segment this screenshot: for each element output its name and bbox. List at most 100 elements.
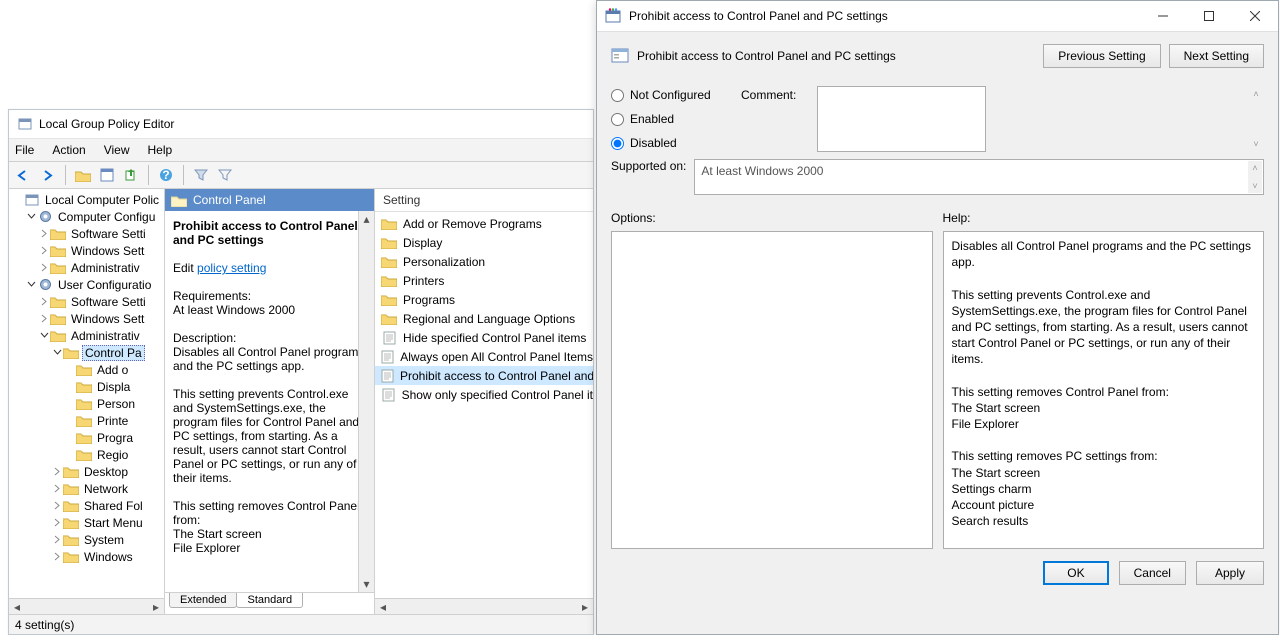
tree-caret-icon[interactable]: [39, 314, 50, 323]
list-horizontal-scrollbar[interactable]: ◂ ▸: [375, 598, 593, 614]
tree-item[interactable]: Network: [13, 480, 164, 497]
properties-icon[interactable]: [96, 164, 118, 186]
list-item[interactable]: Personalization: [375, 252, 593, 271]
tree-item[interactable]: Person: [13, 395, 164, 412]
list-item[interactable]: Show only specified Control Panel it: [375, 385, 593, 404]
tree-item[interactable]: Windows Sett: [13, 242, 164, 259]
tree-item[interactable]: System: [13, 531, 164, 548]
gpe-tree[interactable]: Local Computer PolicComputer ConfiguSoft…: [9, 189, 165, 614]
scroll-up-icon[interactable]: ▴: [359, 211, 374, 227]
description-content: Prohibit access to Control Panel and PC …: [165, 211, 374, 592]
list-item-label: Regional and Language Options: [403, 312, 575, 326]
tree-caret-icon[interactable]: [52, 348, 63, 357]
tree-caret-icon[interactable]: [52, 518, 63, 527]
tree-caret-icon[interactable]: [52, 467, 63, 476]
dialog-titlebar[interactable]: Prohibit access to Control Panel and PC …: [597, 1, 1278, 32]
tree-item-label: Software Setti: [69, 295, 148, 309]
tree-item[interactable]: Software Setti: [13, 225, 164, 242]
filter-off-icon[interactable]: [190, 164, 212, 186]
scroll-down-icon[interactable]: ˅: [1248, 179, 1262, 193]
tree-caret-icon[interactable]: [52, 501, 63, 510]
folder-icon: [76, 363, 92, 377]
arrow-right-icon[interactable]: [37, 164, 59, 186]
maximize-button[interactable]: [1186, 1, 1232, 32]
list-column-header[interactable]: Setting: [375, 189, 593, 212]
comment-textarea[interactable]: [817, 86, 986, 152]
dialog-title: Prohibit access to Control Panel and PC …: [629, 9, 1140, 23]
scroll-up-icon[interactable]: ˄: [1249, 87, 1263, 101]
tree-item[interactable]: Administrativ: [13, 259, 164, 276]
tree-caret-icon[interactable]: [39, 263, 50, 272]
list-item[interactable]: Always open All Control Panel Items: [375, 347, 593, 366]
menu-help[interactable]: Help: [148, 143, 173, 157]
gpe-title: Local Group Policy Editor: [39, 117, 174, 131]
scroll-left-icon[interactable]: ◂: [9, 600, 25, 614]
scroll-down-icon[interactable]: ˅: [1249, 137, 1263, 151]
menu-view[interactable]: View: [104, 143, 130, 157]
tree-item[interactable]: Software Setti: [13, 293, 164, 310]
next-setting-button[interactable]: Next Setting: [1169, 44, 1264, 68]
tree-caret-icon[interactable]: [39, 246, 50, 255]
list-item[interactable]: Prohibit access to Control Panel and: [375, 366, 593, 385]
tree-caret-icon[interactable]: [39, 229, 50, 238]
folder-up-icon[interactable]: [72, 164, 94, 186]
tree-caret-icon[interactable]: [26, 212, 37, 221]
tree-caret-icon[interactable]: [52, 535, 63, 544]
arrow-left-icon[interactable]: [13, 164, 35, 186]
export-icon[interactable]: [120, 164, 142, 186]
menu-file[interactable]: File: [15, 143, 34, 157]
tree-caret-icon[interactable]: [39, 331, 50, 340]
tree-item[interactable]: Administrativ: [13, 327, 164, 344]
tree-caret-icon[interactable]: [39, 297, 50, 306]
tree-item[interactable]: Progra: [13, 429, 164, 446]
tab-extended[interactable]: Extended: [169, 593, 237, 608]
list-item-label: Printers: [403, 274, 444, 288]
apply-button[interactable]: Apply: [1196, 561, 1264, 585]
tree-caret-icon[interactable]: [52, 552, 63, 561]
minimize-button[interactable]: [1140, 1, 1186, 32]
list-item[interactable]: Add or Remove Programs: [375, 214, 593, 233]
scroll-down-icon[interactable]: ▾: [359, 576, 374, 592]
scroll-up-icon[interactable]: ˄: [1248, 161, 1262, 175]
radio-not-configured[interactable]: Not Configured: [611, 88, 741, 102]
help-icon[interactable]: ?: [155, 164, 177, 186]
ok-button[interactable]: OK: [1043, 561, 1108, 585]
scroll-right-icon[interactable]: ▸: [148, 600, 164, 614]
tree-item[interactable]: Displa: [13, 378, 164, 395]
list-item[interactable]: Regional and Language Options: [375, 309, 593, 328]
tree-caret-icon[interactable]: [26, 280, 37, 289]
tree-item[interactable]: Windows: [13, 548, 164, 565]
tree-item[interactable]: Shared Fol: [13, 497, 164, 514]
close-button[interactable]: [1232, 1, 1278, 32]
list-item[interactable]: Printers: [375, 271, 593, 290]
tree-item[interactable]: Start Menu: [13, 514, 164, 531]
cancel-button[interactable]: Cancel: [1119, 561, 1186, 585]
scroll-left-icon[interactable]: ◂: [375, 600, 391, 614]
filter-options-icon[interactable]: [214, 164, 236, 186]
gpe-titlebar[interactable]: Local Group Policy Editor: [9, 110, 593, 139]
tree-item[interactable]: User Configuratio: [13, 276, 164, 293]
list-item[interactable]: Display: [375, 233, 593, 252]
menu-action[interactable]: Action: [52, 143, 85, 157]
tree-item[interactable]: Add o: [13, 361, 164, 378]
tree-item[interactable]: Windows Sett: [13, 310, 164, 327]
tree-item[interactable]: Control Pa: [13, 344, 164, 361]
tree-horizontal-scrollbar[interactable]: ◂ ▸: [9, 598, 164, 614]
list-item[interactable]: Hide specified Control Panel items: [375, 328, 593, 347]
tree-item[interactable]: Computer Configu: [13, 208, 164, 225]
radio-disabled[interactable]: Disabled: [611, 136, 741, 150]
list-item[interactable]: Programs: [375, 290, 593, 309]
tab-standard[interactable]: Standard: [236, 593, 303, 608]
tree-item[interactable]: Printe: [13, 412, 164, 429]
previous-setting-button[interactable]: Previous Setting: [1043, 44, 1160, 68]
edit-policy-link[interactable]: policy setting: [197, 261, 266, 275]
tree-item-label: Administrativ: [69, 329, 142, 343]
tree-caret-icon[interactable]: [52, 484, 63, 493]
setting-title: Prohibit access to Control Panel and PC …: [637, 49, 896, 63]
tree-item[interactable]: Local Computer Polic: [13, 191, 164, 208]
scroll-right-icon[interactable]: ▸: [577, 600, 593, 614]
tree-item[interactable]: Desktop: [13, 463, 164, 480]
radio-enabled[interactable]: Enabled: [611, 112, 741, 126]
tree-item[interactable]: Regio: [13, 446, 164, 463]
description-vertical-scrollbar[interactable]: ▴ ▾: [358, 211, 374, 592]
